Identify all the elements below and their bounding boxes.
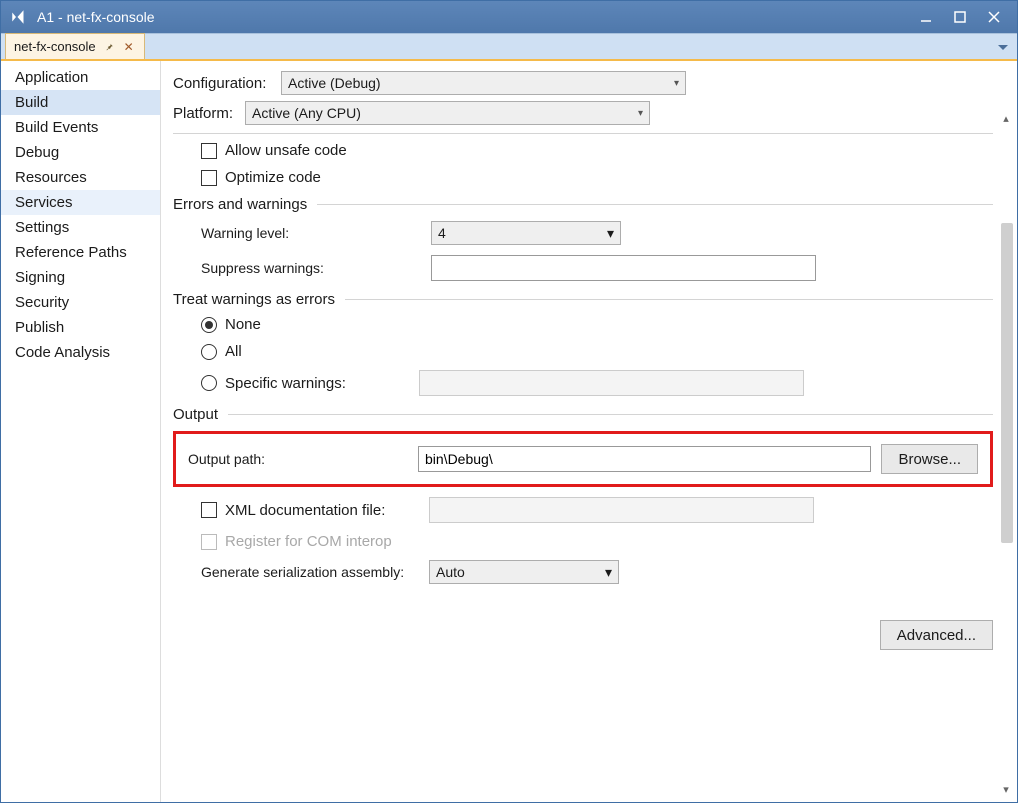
platform-select[interactable]: Active (Any CPU) ▾ — [245, 101, 650, 125]
treat-warnings-section-header: Treat warnings as errors — [173, 291, 993, 308]
sidebar-item-debug[interactable]: Debug — [1, 140, 160, 165]
divider — [173, 133, 993, 134]
output-path-input[interactable] — [418, 446, 871, 472]
vs-logo-icon — [9, 7, 29, 27]
configuration-label: Configuration: — [173, 75, 273, 92]
sidebar-item-security[interactable]: Security — [1, 290, 160, 315]
chevron-down-icon: ▾ — [607, 225, 614, 242]
sidebar-item-build-events[interactable]: Build Events — [1, 115, 160, 140]
errors-section-header: Errors and warnings — [173, 196, 993, 213]
allow-unsafe-label: Allow unsafe code — [225, 142, 347, 159]
treat-none-label: None — [225, 316, 261, 333]
warning-level-label: Warning level: — [201, 225, 421, 241]
xml-doc-checkbox[interactable] — [201, 502, 217, 518]
scroll-up-icon[interactable]: ▴ — [997, 109, 1015, 127]
serialization-label: Generate serialization assembly: — [201, 564, 421, 580]
sidebar-item-resources[interactable]: Resources — [1, 165, 160, 190]
treat-all-radio[interactable] — [201, 344, 217, 360]
scrollbar-track[interactable] — [1000, 223, 1014, 774]
close-tab-icon[interactable]: ✕ — [122, 40, 136, 54]
scrollbar-thumb[interactable] — [1001, 223, 1013, 543]
properties-panel: Configuration: Active (Debug) ▾ Platform… — [161, 61, 1017, 802]
sidebar-item-publish[interactable]: Publish — [1, 315, 160, 340]
window-title: A1 - net-fx-console — [37, 9, 155, 25]
advanced-button[interactable]: Advanced... — [880, 620, 993, 650]
optimize-code-checkbox[interactable] — [201, 170, 217, 186]
tabbar-overflow-icon[interactable] — [995, 40, 1011, 56]
maximize-button[interactable] — [943, 4, 977, 30]
treat-specific-input — [419, 370, 804, 396]
chevron-down-icon: ▾ — [638, 108, 643, 119]
optimize-code-label: Optimize code — [225, 169, 321, 186]
category-sidebar: Application Build Build Events Debug Res… — [1, 61, 161, 802]
treat-all-label: All — [225, 343, 242, 360]
pin-icon[interactable] — [102, 40, 116, 54]
suppress-warnings-input[interactable] — [431, 255, 816, 281]
document-tabbar: net-fx-console ✕ — [1, 33, 1017, 61]
tab-label: net-fx-console — [14, 39, 96, 54]
platform-label: Platform: — [173, 105, 237, 122]
treat-specific-radio[interactable] — [201, 375, 217, 391]
close-button[interactable] — [977, 4, 1011, 30]
chevron-down-icon: ▾ — [674, 78, 679, 89]
treat-specific-label: Specific warnings: — [225, 375, 411, 392]
treat-none-radio[interactable] — [201, 317, 217, 333]
chevron-down-icon: ▾ — [605, 564, 612, 581]
minimize-button[interactable] — [909, 4, 943, 30]
sidebar-item-code-analysis[interactable]: Code Analysis — [1, 340, 160, 365]
serialization-select[interactable]: Auto ▾ — [429, 560, 619, 584]
sidebar-item-build[interactable]: Build — [1, 90, 160, 115]
titlebar: A1 - net-fx-console — [1, 1, 1017, 33]
content-area: Application Build Build Events Debug Res… — [1, 61, 1017, 802]
sidebar-item-application[interactable]: Application — [1, 65, 160, 90]
configuration-select[interactable]: Active (Debug) ▾ — [281, 71, 686, 95]
allow-unsafe-checkbox[interactable] — [201, 143, 217, 159]
sidebar-item-services[interactable]: Services — [1, 190, 160, 215]
register-com-label: Register for COM interop — [225, 533, 392, 550]
warning-level-select[interactable]: 4 ▾ — [431, 221, 621, 245]
output-path-highlight: Output path: Browse... — [173, 431, 993, 487]
output-section-header: Output — [173, 406, 993, 423]
sidebar-item-reference-paths[interactable]: Reference Paths — [1, 240, 160, 265]
suppress-warnings-label: Suppress warnings: — [201, 260, 421, 276]
register-com-checkbox — [201, 534, 217, 550]
sidebar-item-settings[interactable]: Settings — [1, 215, 160, 240]
sidebar-item-signing[interactable]: Signing — [1, 265, 160, 290]
xml-doc-label: XML documentation file: — [225, 502, 421, 519]
scroll-down-icon[interactable]: ▾ — [997, 780, 1015, 798]
browse-button[interactable]: Browse... — [881, 444, 978, 474]
output-path-label: Output path: — [188, 451, 408, 467]
tab-net-fx-console[interactable]: net-fx-console ✕ — [5, 33, 145, 59]
xml-doc-input — [429, 497, 814, 523]
vs-window: A1 - net-fx-console net-fx-console ✕ App… — [0, 0, 1018, 803]
